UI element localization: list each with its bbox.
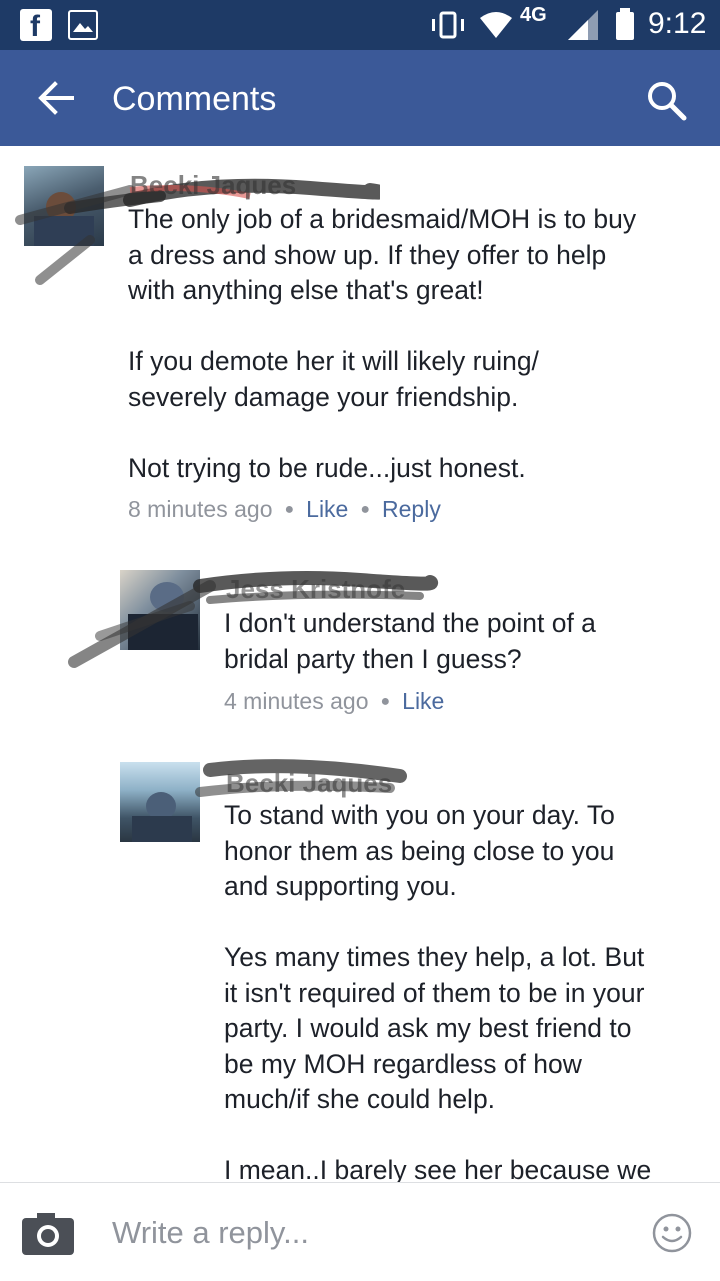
comment-line: bridal party then I guess? — [224, 643, 522, 674]
separator-dot: ● — [284, 501, 295, 518]
comment-line — [224, 1118, 651, 1154]
comment-body: To stand with you on your day. To honor … — [224, 798, 651, 1182]
comments-list: Becki Jaques The only job of a bridesmai… — [0, 146, 720, 1182]
image-icon — [68, 10, 98, 40]
comment-body: The only job of a bridesmaid/MOH is to b… — [128, 202, 636, 486]
comment-timestamp: 8 minutes ago — [128, 496, 273, 522]
comment-timestamp: 4 minutes ago — [224, 688, 369, 714]
comment-line: I mean..I barely see her because we — [224, 1155, 652, 1182]
comment-author[interactable]: Jess Kristnofe — [226, 574, 405, 605]
reply-comment: Jess Kristnofe I don't understand the po… — [0, 566, 720, 726]
comment-line: and supporting you. — [224, 871, 457, 901]
reply-comment: Becki Jaques To stand with you on your d… — [0, 756, 720, 1182]
like-button[interactable]: Like — [306, 496, 348, 522]
comment-meta: 8 minutes ago ● Like ● Reply — [128, 496, 441, 523]
comment-line: with anything else that's great! — [128, 275, 484, 305]
wifi-icon — [480, 12, 512, 38]
reply-button[interactable]: Reply — [382, 496, 441, 522]
comment-meta: 4 minutes ago ● Like — [224, 688, 444, 715]
comment-line: severely damage your friendship. — [128, 381, 519, 412]
comment-author[interactable]: Becki Jaques — [130, 170, 296, 201]
page-title: Comments — [112, 80, 277, 118]
search-icon[interactable] — [644, 78, 688, 122]
separator-dot: ● — [380, 693, 391, 710]
network-type-label: 4G — [520, 4, 547, 26]
comment-line: The only job of a bridesmaid/MOH is to b… — [128, 204, 637, 234]
comment-line — [128, 415, 636, 451]
app-bar: Comments — [0, 50, 720, 146]
status-bar: f 4G 9:12 — [0, 0, 720, 50]
comment-line: a dress and show up. If they offer to he… — [128, 239, 607, 270]
comment-line: party. I would ask my best friend to — [224, 1013, 632, 1043]
avatar[interactable] — [120, 762, 200, 842]
reply-composer: Write a reply... — [0, 1182, 720, 1281]
like-button[interactable]: Like — [402, 688, 444, 714]
comment-line: I don't understand the point of a — [224, 608, 596, 638]
comment-line: much/if she could help. — [224, 1084, 496, 1114]
signal-icon — [568, 10, 598, 40]
back-arrow-icon[interactable] — [36, 78, 76, 118]
battery-icon — [616, 8, 634, 40]
reply-input[interactable]: Write a reply... — [112, 1215, 309, 1251]
comment: Becki Jaques The only job of a bridesmai… — [0, 146, 720, 546]
facebook-app-icon: f — [20, 9, 52, 43]
camera-icon[interactable] — [22, 1213, 74, 1255]
comment-line: Yes many times they help, a lot. But — [224, 942, 645, 972]
comment-line: it isn't required of them to be in your — [224, 977, 645, 1008]
status-time: 9:12 — [648, 7, 707, 40]
comment-line: honor them as being close to you — [224, 835, 615, 866]
comment-line: Not trying to be rude...just honest. — [128, 452, 526, 483]
comment-line: To stand with you on your day. To — [224, 800, 615, 830]
comment-body: I don't understand the point of a bridal… — [224, 606, 596, 677]
comment-line: be my MOH regardless of how — [224, 1048, 582, 1079]
comment-line — [128, 309, 636, 345]
separator-dot: ● — [360, 501, 371, 518]
emoji-icon[interactable] — [651, 1212, 693, 1254]
comment-author[interactable]: Becki Jaques — [226, 768, 392, 799]
comment-line: If you demote her it will likely ruing/ — [128, 346, 539, 376]
comment-line — [224, 905, 651, 941]
vibrate-icon — [432, 11, 464, 39]
